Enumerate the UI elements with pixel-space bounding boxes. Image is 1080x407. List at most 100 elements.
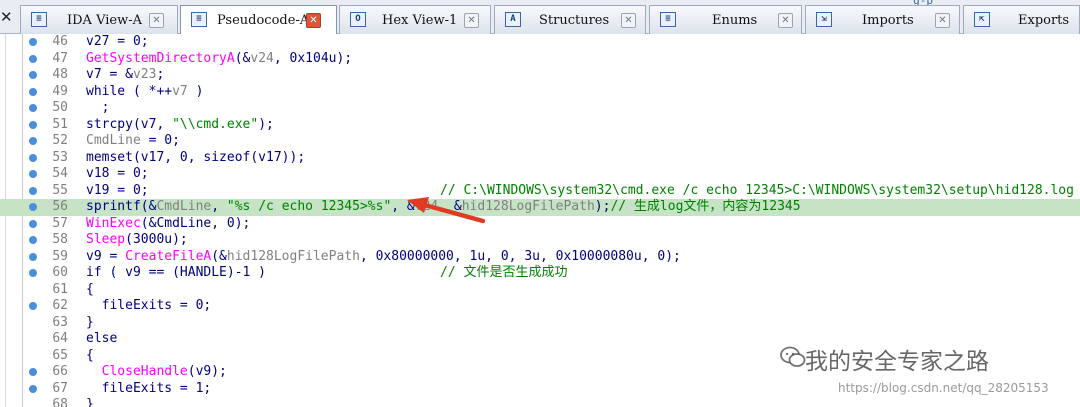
code-line[interactable]: 51 strcpy(v7, "\\cmd.exe"); (0, 117, 1080, 134)
structures-icon: A (505, 12, 521, 27)
close-icon[interactable]: ✕ (0, 8, 14, 26)
code-line[interactable]: 46 v27 = 0; (0, 34, 1080, 51)
tab-pseudocode-a[interactable]: ≡ Pseudocode-A ✕ (180, 5, 337, 35)
tab-bar: ✕ g-p ≡ IDA View-A ✕ ≡ Pseudocode-A ✕ O … (0, 0, 1080, 35)
code-text: memset(v17, 0, sizeof(v17)); (86, 149, 306, 165)
line-number: 54 (52, 166, 68, 181)
breakpoint-dot[interactable] (29, 302, 37, 310)
code-text: strcpy(v7, "\\cmd.exe"); (86, 116, 274, 132)
code-line-highlighted[interactable]: 56 sprintf(&CmdLine, "%s /c echo 12345>%s… (0, 199, 1080, 216)
breakpoint-dot[interactable] (29, 219, 37, 228)
wechat-icon (780, 346, 806, 367)
line-number: 60 (52, 265, 68, 280)
breakpoint-dot[interactable] (29, 87, 37, 96)
code-text: { (86, 347, 94, 363)
code-line[interactable]: 62 fileExits = 0; (0, 298, 1080, 315)
enums-icon: ≡ (660, 12, 676, 27)
tab-label: Pseudocode-A (217, 13, 310, 28)
breakpoint-dot[interactable] (29, 71, 37, 79)
exports-icon: ⇱ (974, 12, 990, 27)
close-icon[interactable]: ✕ (778, 13, 793, 28)
tab-ida-view-a[interactable]: ≡ IDA View-A ✕ (20, 5, 178, 34)
code-line[interactable]: 47 GetSystemDirectoryA(&v24, 0x104u); (0, 51, 1080, 68)
code-text: else (86, 331, 118, 346)
code-line[interactable]: 55 v19 = 0; // C:\WINDOWS\system32\cmd.exe… (0, 183, 1080, 200)
breakpoint-dot[interactable] (29, 203, 37, 211)
code-line[interactable]: 54 v18 = 0; (0, 166, 1080, 183)
line-number: 64 (52, 331, 68, 346)
code-line[interactable]: 50 ; (0, 100, 1080, 117)
code-comment: // 文件是否生成成功 (440, 265, 568, 280)
line-number: 49 (52, 83, 68, 99)
line-number: 67 (52, 380, 68, 396)
code-text: if ( v9 == (HANDLE)-1 ) (86, 265, 267, 280)
line-number: 55 (52, 182, 68, 198)
breakpoint-dot[interactable] (29, 368, 37, 376)
code-text: CloseHandle(v9); (101, 364, 227, 379)
code-text: CmdLine = 0; (86, 133, 180, 148)
tab-exports[interactable]: ⇱ Exports (963, 5, 1080, 34)
close-icon[interactable]: ✕ (621, 13, 636, 28)
code-line[interactable]: 58 Sleep(3000u); (0, 232, 1080, 249)
code-line[interactable]: 63} (0, 315, 1080, 332)
line-number: 57 (52, 215, 68, 231)
code-line[interactable]: 53 memset(v17, 0, sizeof(v17)); (0, 150, 1080, 167)
tab-label: Exports (1018, 13, 1070, 28)
line-number: 59 (52, 248, 68, 264)
watermark-url: https://blog.csdn.net/qq_28205153 (838, 381, 1049, 395)
code-line[interactable]: 48 v7 = &v23; (0, 67, 1080, 84)
watermark-title: 我的安全专家之路 (805, 349, 989, 375)
code-text: v19 = 0; (86, 182, 149, 198)
tab-label: Imports (862, 13, 914, 28)
line-number: 50 (52, 100, 68, 115)
line-number: 51 (52, 116, 68, 132)
code-text: v9 = CreateFileA(&hid128LogFilePath, 0x8… (86, 248, 681, 264)
code-text: { (86, 281, 94, 297)
code-line[interactable]: 52 CmdLine = 0; (0, 133, 1080, 150)
tab-label: Hex View-1 (382, 13, 458, 28)
code-line[interactable]: 59 v9 = CreateFileA(&hid128LogFilePath, 0… (0, 249, 1080, 266)
breakpoint-dot[interactable] (29, 104, 37, 112)
code-text: fileExits = 0; (86, 298, 212, 313)
close-icon[interactable]: ✕ (464, 13, 479, 28)
tab-hex-view-1[interactable]: O Hex View-1 ✕ (339, 5, 491, 34)
code-text: v7 = &v23; (86, 67, 165, 82)
line-number: 46 (52, 34, 68, 49)
code-line[interactable]: 61 { (0, 282, 1080, 299)
code-text: while ( *++v7 ) (86, 83, 204, 99)
line-number: 62 (52, 298, 68, 313)
breakpoint-dot[interactable] (29, 54, 37, 63)
breakpoint-dot[interactable] (29, 269, 37, 277)
breakpoint-dot[interactable] (29, 186, 37, 195)
tab-label: Structures (539, 13, 610, 28)
tab-imports[interactable]: ⇲ Imports ✕ (805, 5, 960, 34)
code-text: } (86, 314, 94, 330)
breakpoint-dot[interactable] (29, 384, 37, 393)
breakpoint-dot[interactable] (29, 170, 37, 178)
line-number: 56 (52, 199, 68, 214)
pseudocode-icon: ≡ (191, 12, 207, 27)
code-line[interactable]: 60 if ( v9 == (HANDLE)-1 ) // 文件是否生成成功 (0, 265, 1080, 282)
code-line[interactable]: 68} (0, 397, 1080, 407)
breakpoint-dot[interactable] (29, 120, 37, 129)
line-number: 63 (52, 314, 68, 330)
breakpoint-dot[interactable] (29, 153, 37, 162)
close-icon[interactable]: ✕ (149, 13, 164, 28)
line-number: 47 (52, 50, 68, 66)
code-text: v18 = 0; (86, 166, 149, 181)
line-number: 48 (52, 67, 68, 82)
tab-structures[interactable]: A Structures ✕ (494, 5, 646, 34)
breakpoint-dot[interactable] (29, 236, 37, 244)
line-number: 53 (52, 149, 68, 165)
code-line[interactable]: 57 WinExec(&CmdLine, 0); (0, 216, 1080, 233)
tab-enums[interactable]: ≡ Enums ✕ (649, 5, 802, 34)
hex-view-icon: O (350, 12, 366, 27)
code-text: fileExits = 1; (86, 380, 212, 396)
close-icon[interactable]: ✕ (935, 13, 950, 28)
breakpoint-dot[interactable] (29, 252, 37, 261)
code-line[interactable]: 49 while ( *++v7 ) (0, 84, 1080, 101)
breakpoint-dot[interactable] (29, 38, 37, 46)
imports-icon: ⇲ (816, 12, 832, 27)
breakpoint-dot[interactable] (29, 137, 37, 145)
close-icon[interactable]: ✕ (306, 13, 321, 28)
